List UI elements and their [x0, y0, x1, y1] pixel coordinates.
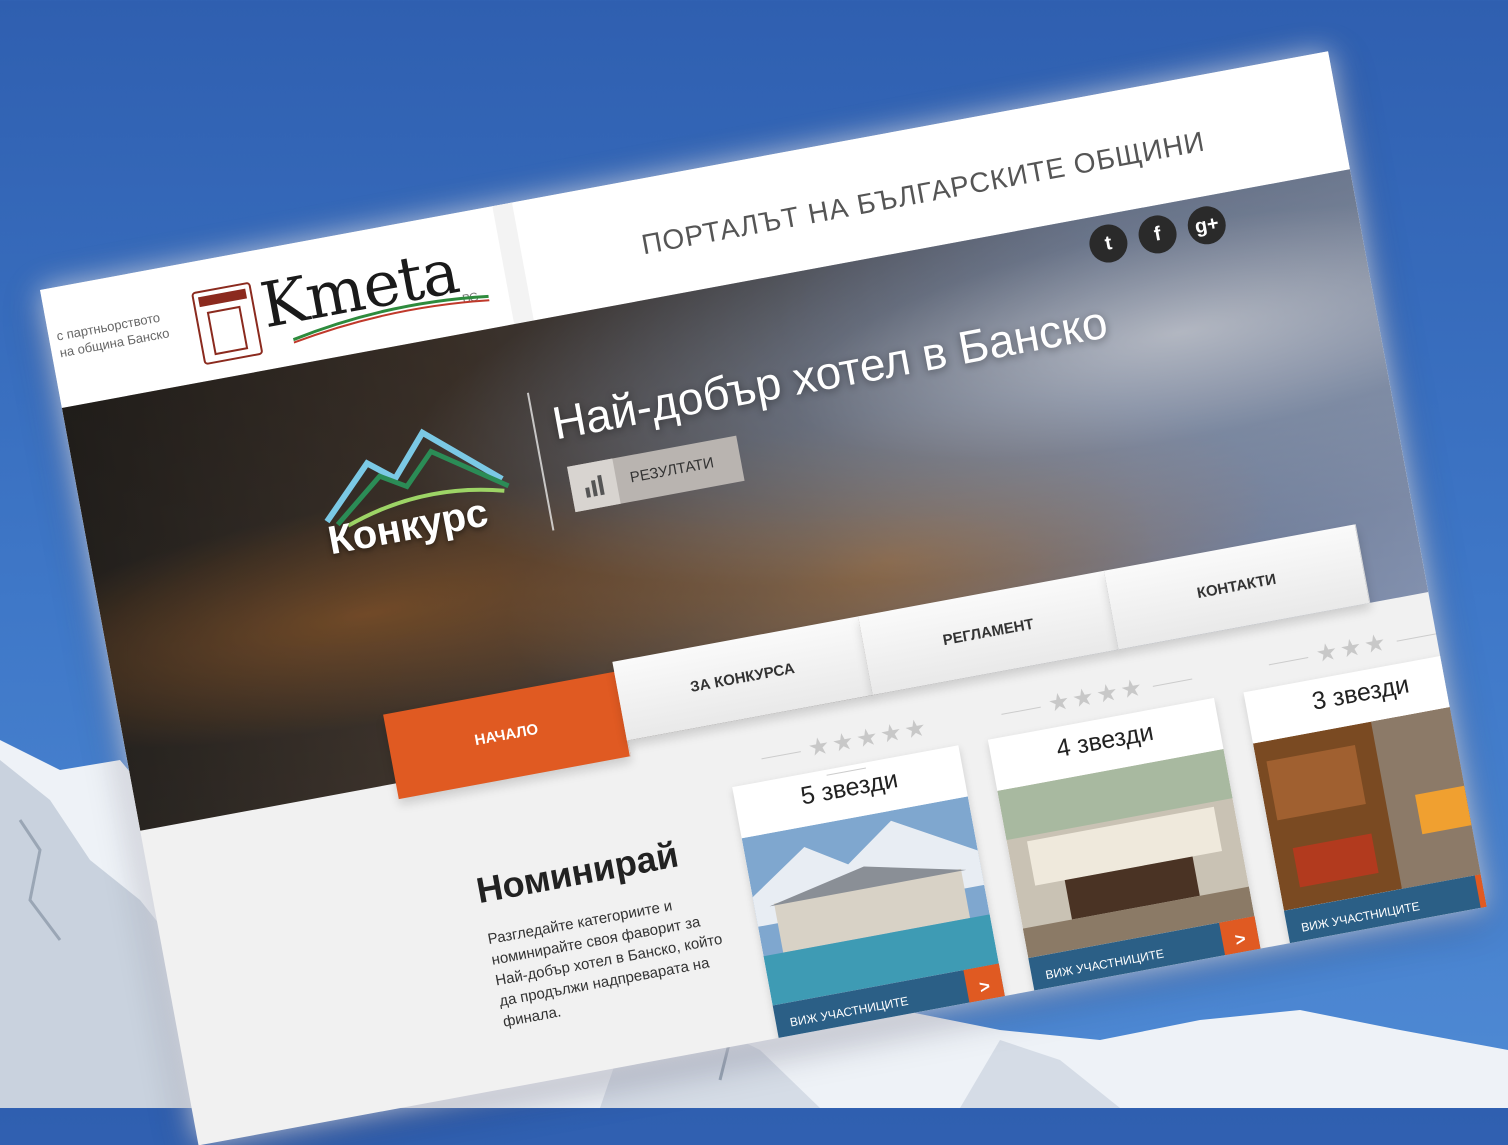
- bansko-crest-logo: [190, 281, 264, 366]
- header-divider: [492, 202, 534, 325]
- results-button-label: РЕЗУЛТАТИ: [628, 454, 716, 487]
- bar-chart-icon: [567, 458, 621, 513]
- partner-text: с партньорството на община Банско: [55, 301, 209, 362]
- nominate-description: Разгледайте категориите и номинирайте св…: [486, 897, 724, 1031]
